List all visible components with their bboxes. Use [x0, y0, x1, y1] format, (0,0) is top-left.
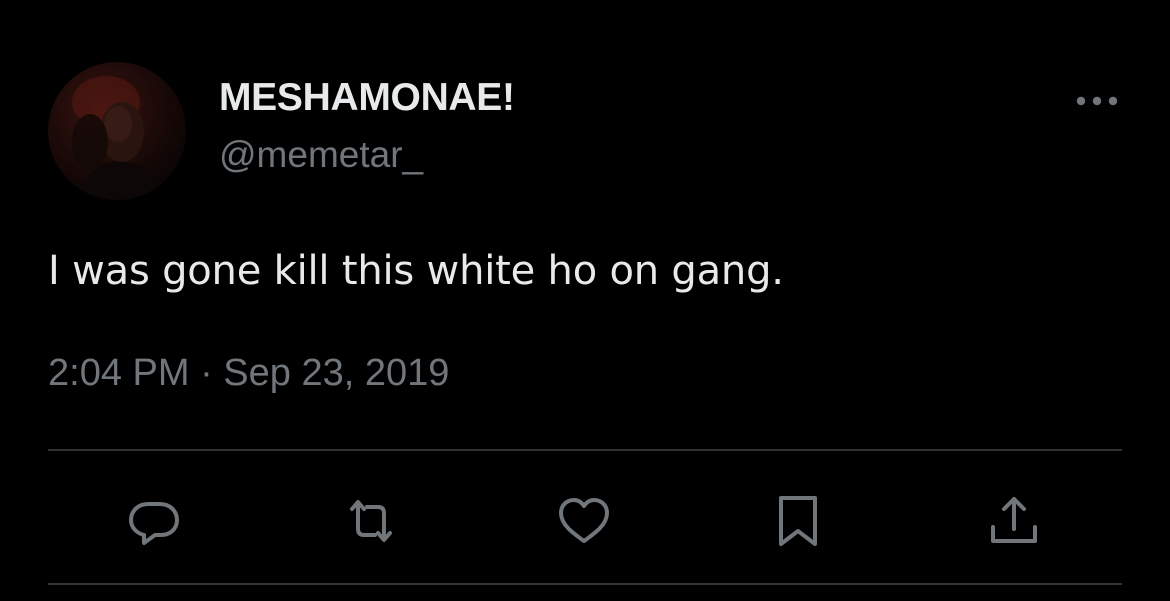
bookmark-button[interactable] — [768, 491, 828, 551]
tweet-text: I was gone kill this white ho on gang. — [48, 248, 784, 294]
avatar[interactable] — [48, 62, 186, 200]
retweet-button[interactable] — [341, 491, 401, 551]
like-button[interactable] — [554, 491, 614, 551]
reply-icon — [129, 502, 179, 545]
share-button[interactable] — [984, 491, 1044, 551]
retweet-icon — [350, 500, 392, 542]
tweet-timestamp[interactable]: 2:04 PM · Sep 23, 2019 — [48, 352, 449, 395]
display-name[interactable]: MESHAMONAE! — [219, 76, 515, 120]
more-horizontal-icon[interactable] — [1070, 84, 1124, 118]
user-handle[interactable]: @memetar_ — [219, 134, 423, 176]
divider — [48, 583, 1122, 585]
bookmark-icon — [779, 496, 817, 546]
reply-button[interactable] — [124, 491, 184, 551]
avatar-image — [72, 76, 168, 200]
heart-icon — [559, 498, 609, 543]
divider — [48, 449, 1122, 451]
share-icon — [991, 497, 1037, 543]
